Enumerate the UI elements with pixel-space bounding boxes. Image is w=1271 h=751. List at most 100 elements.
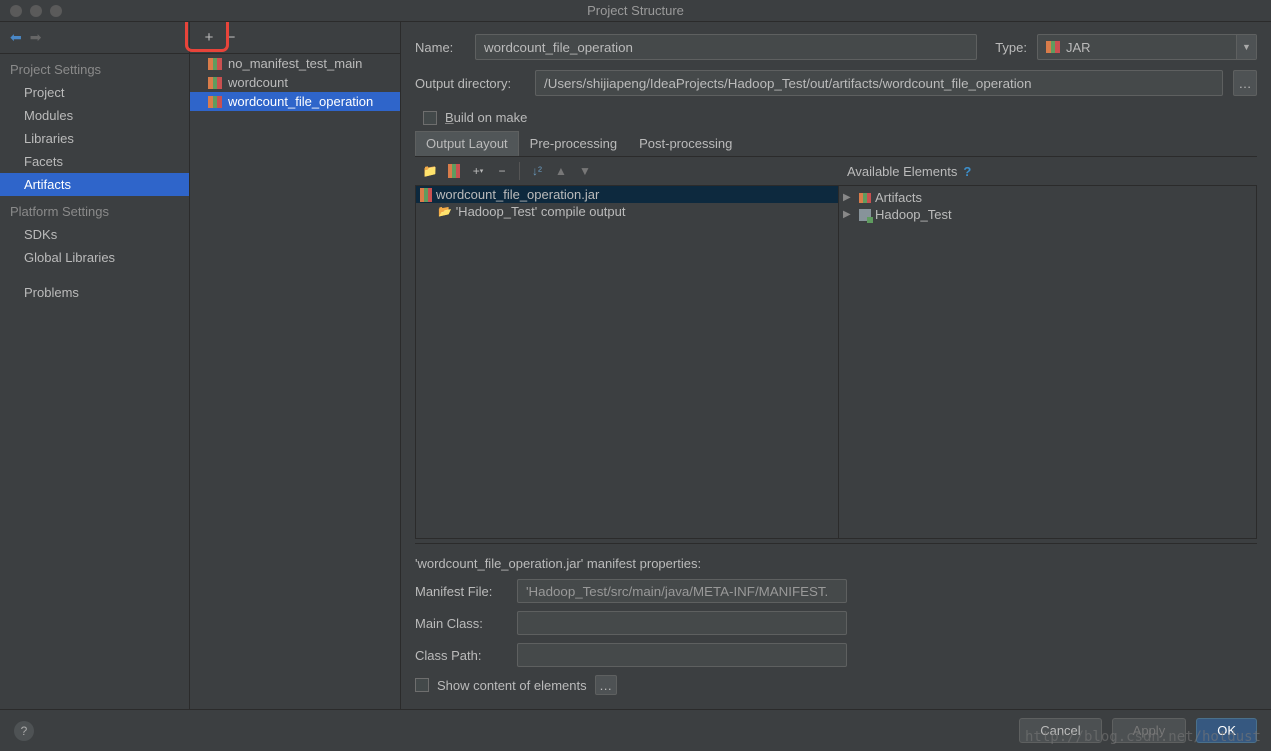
available-label: Artifacts [875,190,922,205]
tree-root[interactable]: wordcount_file_operation.jar [416,186,838,203]
chevron-down-icon: ▼ [1236,35,1256,59]
type-select[interactable]: JAR ▼ [1037,34,1257,60]
jar-icon [859,193,871,203]
remove-element-button[interactable]: − [491,160,513,182]
nav-project[interactable]: Project [0,81,189,104]
build-on-make-label: BBuild on makeuild on make [445,110,527,125]
right-panel: Name: Type: JAR ▼ Output directory: … BB… [401,22,1271,709]
artifact-label: wordcount_file_operation [228,94,373,109]
class-path-input[interactable] [517,643,847,667]
show-content-browse[interactable]: … [595,675,617,695]
artifact-item[interactable]: wordcount [190,73,400,92]
show-content-row: Show content of elements … [415,675,1257,695]
main-class-label: Main Class: [415,616,507,631]
maximize-window-icon[interactable] [50,5,62,17]
move-down-icon[interactable]: ▼ [574,160,596,182]
tree-child[interactable]: 📂 'Hadoop_Test' compile output [416,203,838,220]
artifacts-list-panel: + − no_manifest_test_main wordcount word… [190,22,401,709]
jar-icon [1046,41,1060,53]
nav-facets[interactable]: Facets [0,150,189,173]
bottom-bar: ? Cancel Apply OK [0,709,1271,751]
artifact-item[interactable]: no_manifest_test_main [190,54,400,73]
tab-post-processing[interactable]: Post-processing [628,131,743,156]
output-label: Output directory: [415,76,525,91]
add-artifact-button[interactable]: + [200,29,218,47]
separator [519,162,520,180]
main-class-input[interactable] [517,611,847,635]
tree-root-label: wordcount_file_operation.jar [436,187,599,202]
show-content-label: Show content of elements [437,678,587,693]
output-input[interactable] [535,70,1223,96]
artifact-label: wordcount [228,75,288,90]
available-panel: Available Elements ? ▶ Artifacts ▶ Hadoo… [838,186,1256,538]
compile-output-icon: 📂 [438,205,452,218]
nav-artifacts[interactable]: Artifacts [0,173,189,196]
class-path-label: Class Path: [415,648,507,663]
remove-artifact-button[interactable]: − [222,29,240,47]
artifact-label: no_manifest_test_main [228,56,362,71]
class-path-row: Class Path: [415,643,1257,667]
manifest-file-row: Manifest File: [415,579,1257,603]
close-window-icon[interactable] [10,5,22,17]
apply-button[interactable]: Apply [1112,718,1187,743]
tab-output-layout[interactable]: Output Layout [415,131,519,156]
available-item-module[interactable]: ▶ Hadoop_Test [839,206,1256,223]
nav-forward-icon[interactable]: ➡ [30,29,42,46]
new-folder-icon[interactable]: 📁 [419,160,441,182]
new-archive-icon[interactable] [443,160,465,182]
nav-arrows: ⬅ ➡ [0,22,189,54]
expand-icon[interactable]: ▶ [843,209,855,220]
titlebar: Project Structure [0,0,1271,22]
move-up-icon[interactable]: ▲ [550,160,572,182]
sort-icon[interactable]: ↓² [526,160,548,182]
minimize-window-icon[interactable] [30,5,42,17]
build-on-make-checkbox[interactable] [423,111,437,125]
section-platform-settings: Platform Settings [0,196,189,223]
ok-button[interactable]: OK [1196,718,1257,743]
main-class-row: Main Class: [415,611,1257,635]
manifest-file-input[interactable] [517,579,847,603]
name-input[interactable] [475,34,977,60]
nav-libraries[interactable]: Libraries [0,127,189,150]
build-on-make-row: BBuild on makeuild on make [423,110,1257,125]
help-button[interactable]: ? [14,721,34,741]
nav-problems[interactable]: Problems [0,281,189,304]
available-header: Available Elements ? [839,160,1256,183]
jar-icon [208,77,222,89]
traffic-lights [0,5,62,17]
main-area: ⬅ ➡ Project Settings Project Modules Lib… [0,22,1271,709]
nav-back-icon[interactable]: ⬅ [10,29,22,46]
type-value: JAR [1066,40,1091,55]
show-content-checkbox[interactable] [415,678,429,692]
add-element-button[interactable]: +▾ [467,160,489,182]
available-item-artifacts[interactable]: ▶ Artifacts [839,189,1256,206]
module-icon [859,209,871,221]
artifacts-toolbar: + − [190,22,400,54]
nav-global-libraries[interactable]: Global Libraries [0,246,189,269]
jar-icon [420,188,432,202]
tab-pre-processing[interactable]: Pre-processing [519,131,628,156]
name-row: Name: Type: JAR ▼ [415,34,1257,60]
cancel-button[interactable]: Cancel [1019,718,1101,743]
output-row: Output directory: … [415,70,1257,96]
manifest-section: 'wordcount_file_operation.jar' manifest … [415,543,1257,701]
editor-body: wordcount_file_operation.jar 📂 'Hadoop_T… [415,185,1257,539]
manifest-title: 'wordcount_file_operation.jar' manifest … [415,552,1257,579]
bottom-buttons: Cancel Apply OK [1019,718,1257,743]
type-label: Type: [995,40,1027,55]
name-label: Name: [415,40,465,55]
left-panel: ⬅ ➡ Project Settings Project Modules Lib… [0,22,190,709]
expand-icon[interactable]: ▶ [843,192,855,203]
artifact-editor: 📁 +▾ − ↓² ▲ ▼ wordcount_file_operation.j… [415,157,1257,701]
help-icon[interactable]: ? [963,164,971,179]
tree-child-label: 'Hadoop_Test' compile output [456,204,626,219]
jar-icon [208,58,222,70]
artifact-item-selected[interactable]: wordcount_file_operation [190,92,400,111]
window-title: Project Structure [587,3,684,18]
jar-icon [208,96,222,108]
output-tree[interactable]: wordcount_file_operation.jar 📂 'Hadoop_T… [416,186,838,538]
manifest-file-label: Manifest File: [415,584,507,599]
nav-sdks[interactable]: SDKs [0,223,189,246]
browse-button[interactable]: … [1233,70,1257,96]
nav-modules[interactable]: Modules [0,104,189,127]
